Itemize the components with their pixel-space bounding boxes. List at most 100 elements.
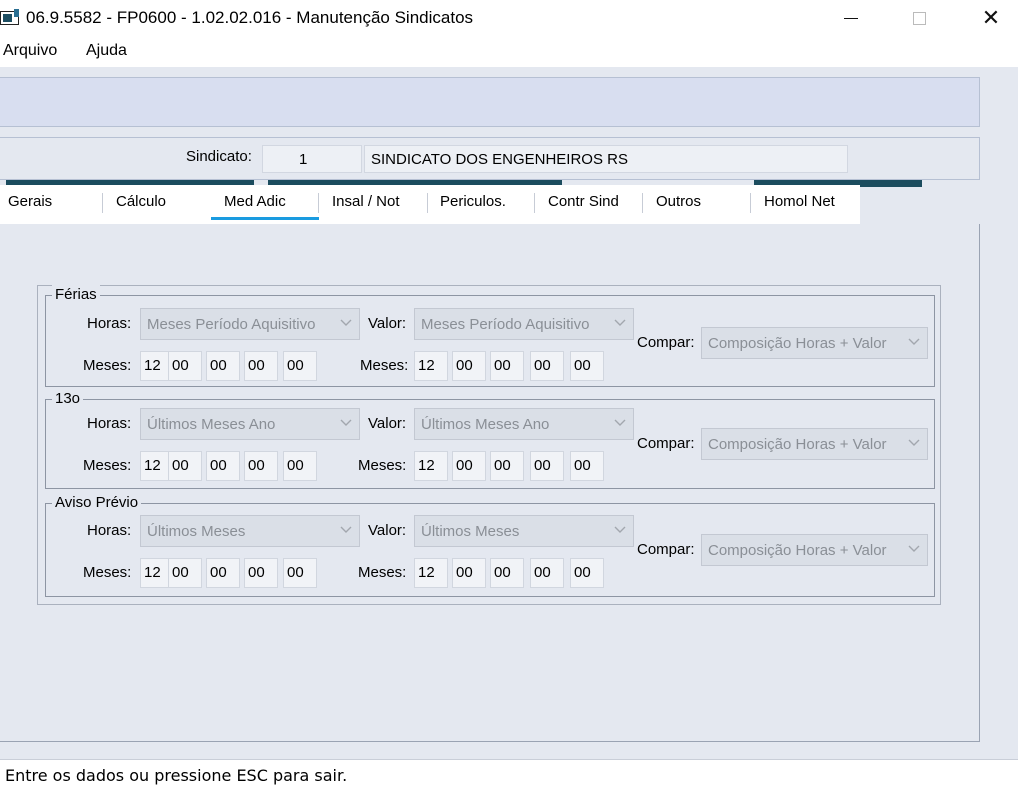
group-title-ferias: Férias	[52, 285, 100, 305]
horas-select[interactable]: Últimos Meses	[140, 515, 360, 547]
tab-calculo[interactable]: Cálculo	[116, 193, 166, 210]
meses-input[interactable]: 00	[244, 451, 278, 481]
minimize-button[interactable]	[828, 0, 874, 36]
valor-select[interactable]: Últimos Meses	[414, 515, 634, 547]
valor-select[interactable]: Últimos Meses Ano	[414, 408, 634, 440]
status-bar: Entre os dados ou pressione ESC para sai…	[0, 759, 1018, 790]
group-aviso-previo: Aviso Prévio Horas: Últimos Meses Valor:…	[45, 493, 935, 597]
meses-input[interactable]: 00	[206, 351, 240, 381]
menu-arquivo[interactable]: Arquivo	[3, 42, 57, 60]
horas-select[interactable]: Meses Período Aquisitivo	[140, 308, 360, 340]
meses-input[interactable]: 00	[452, 451, 486, 481]
sindicato-label: Sindicato:	[186, 148, 252, 165]
meses-label: Meses:	[83, 564, 132, 581]
meses-input[interactable]: 12	[414, 351, 448, 381]
meses-input[interactable]: 00	[206, 558, 240, 588]
group-ferias: Férias Horas: Meses Período Aquisitivo V…	[45, 285, 935, 387]
meses-input[interactable]: 00	[283, 351, 317, 381]
meses-label: Meses:	[358, 564, 407, 581]
status-message: Entre os dados ou pressione ESC para sai…	[5, 766, 348, 785]
tab-bar: Gerais Cálculo Med Adic Insal / Not Peri…	[0, 185, 860, 224]
meses-input[interactable]: 00	[168, 451, 202, 481]
valor-label: Valor:	[368, 415, 407, 432]
meses-input[interactable]: 12	[414, 451, 448, 481]
meses-input[interactable]: 00	[168, 351, 202, 381]
compar-select[interactable]: Composição Horas + Valor	[701, 327, 928, 359]
valor-label: Valor:	[368, 315, 407, 332]
group-title-aviso-previo: Aviso Prévio	[52, 493, 142, 513]
chevron-down-icon	[614, 319, 626, 326]
tab-periculos[interactable]: Periculos.	[440, 193, 506, 210]
meses-valor-fields: 12 00 00 00 00	[414, 351, 606, 381]
meses-input[interactable]: 00	[168, 558, 202, 588]
close-icon: ✕	[981, 5, 1001, 30]
valor-value: Últimos Meses Ano	[421, 416, 550, 433]
meses-input[interactable]: 00	[490, 451, 524, 481]
meses-label: Meses:	[360, 357, 409, 374]
minimize-icon	[844, 17, 858, 19]
tab-outros[interactable]: Outros	[656, 193, 701, 210]
horas-label: Horas:	[87, 522, 132, 539]
meses-input[interactable]: 00	[570, 558, 604, 588]
meses-input[interactable]: 00	[530, 451, 564, 481]
chevron-down-icon	[614, 419, 626, 426]
compar-value: Composição Horas + Valor	[708, 335, 887, 352]
meses-horas-fields: 12 00 00 00 00	[140, 558, 320, 588]
client-area: Sindicato: 1 SINDICATO DOS ENGENHEIROS R…	[0, 67, 1018, 759]
meses-input[interactable]: 00	[490, 351, 524, 381]
chevron-down-icon	[614, 526, 626, 533]
tab-contr-sind[interactable]: Contr Sind	[548, 193, 619, 210]
meses-input[interactable]: 00	[206, 451, 240, 481]
horas-label: Horas:	[87, 415, 132, 432]
maximize-button[interactable]	[896, 0, 942, 36]
meses-input[interactable]: 00	[490, 558, 524, 588]
valor-value: Últimos Meses	[421, 523, 520, 540]
horas-select[interactable]: Últimos Meses Ano	[140, 408, 360, 440]
meses-input[interactable]: 00	[452, 351, 486, 381]
tab-gerais[interactable]: Gerais	[8, 193, 52, 210]
meses-input[interactable]: 12	[140, 451, 168, 481]
meses-input[interactable]: 00	[570, 451, 604, 481]
tab-separator	[318, 193, 319, 213]
meses-input[interactable]: 00	[452, 558, 486, 588]
meses-input[interactable]: 00	[283, 558, 317, 588]
app-icon	[0, 9, 19, 25]
compar-select[interactable]: Composição Horas + Valor	[701, 428, 928, 460]
compar-value: Composição Horas + Valor	[708, 436, 887, 453]
meses-horas-fields: 12 00 00 00 00	[140, 451, 320, 481]
chevron-down-icon	[340, 419, 352, 426]
tab-homol-net[interactable]: Homol Net	[764, 193, 835, 210]
meses-label: Meses:	[83, 457, 132, 474]
tab-med-adic[interactable]: Med Adic	[224, 193, 286, 210]
compar-label: Compar:	[637, 541, 695, 558]
compar-select[interactable]: Composição Horas + Valor	[701, 534, 928, 566]
meses-horas-fields: 12 00 00 00 00	[140, 351, 320, 381]
chevron-down-icon	[340, 319, 352, 326]
horas-value: Últimos Meses Ano	[147, 416, 276, 433]
meses-input[interactable]: 12	[140, 351, 168, 381]
horas-value: Meses Período Aquisitivo	[147, 316, 316, 333]
group-13o: 13o Horas: Últimos Meses Ano Valor: Últi…	[45, 389, 935, 489]
meses-input[interactable]: 00	[530, 558, 564, 588]
sindicato-code-field[interactable]: 1	[262, 145, 362, 173]
meses-input[interactable]: 12	[414, 558, 448, 588]
tab-separator	[534, 193, 535, 213]
sindicato-name-field: SINDICATO DOS ENGENHEIROS RS	[364, 145, 848, 173]
meses-input[interactable]: 00	[530, 351, 564, 381]
meses-input[interactable]: 00	[570, 351, 604, 381]
valor-select[interactable]: Meses Período Aquisitivo	[414, 308, 634, 340]
compar-value: Composição Horas + Valor	[708, 542, 887, 559]
meses-valor-fields: 12 00 00 00 00	[414, 558, 606, 588]
meses-input[interactable]: 00	[244, 351, 278, 381]
toolbar	[0, 77, 980, 127]
valor-value: Meses Período Aquisitivo	[421, 316, 590, 333]
menu-ajuda[interactable]: Ajuda	[86, 42, 127, 60]
horas-label: Horas:	[87, 315, 132, 332]
meses-input[interactable]: 00	[283, 451, 317, 481]
tab-separator	[427, 193, 428, 213]
close-button[interactable]: ✕	[968, 0, 1014, 36]
chevron-down-icon	[908, 545, 920, 552]
meses-input[interactable]: 00	[244, 558, 278, 588]
meses-input[interactable]: 12	[140, 558, 168, 588]
tab-insal-not[interactable]: Insal / Not	[332, 193, 400, 210]
